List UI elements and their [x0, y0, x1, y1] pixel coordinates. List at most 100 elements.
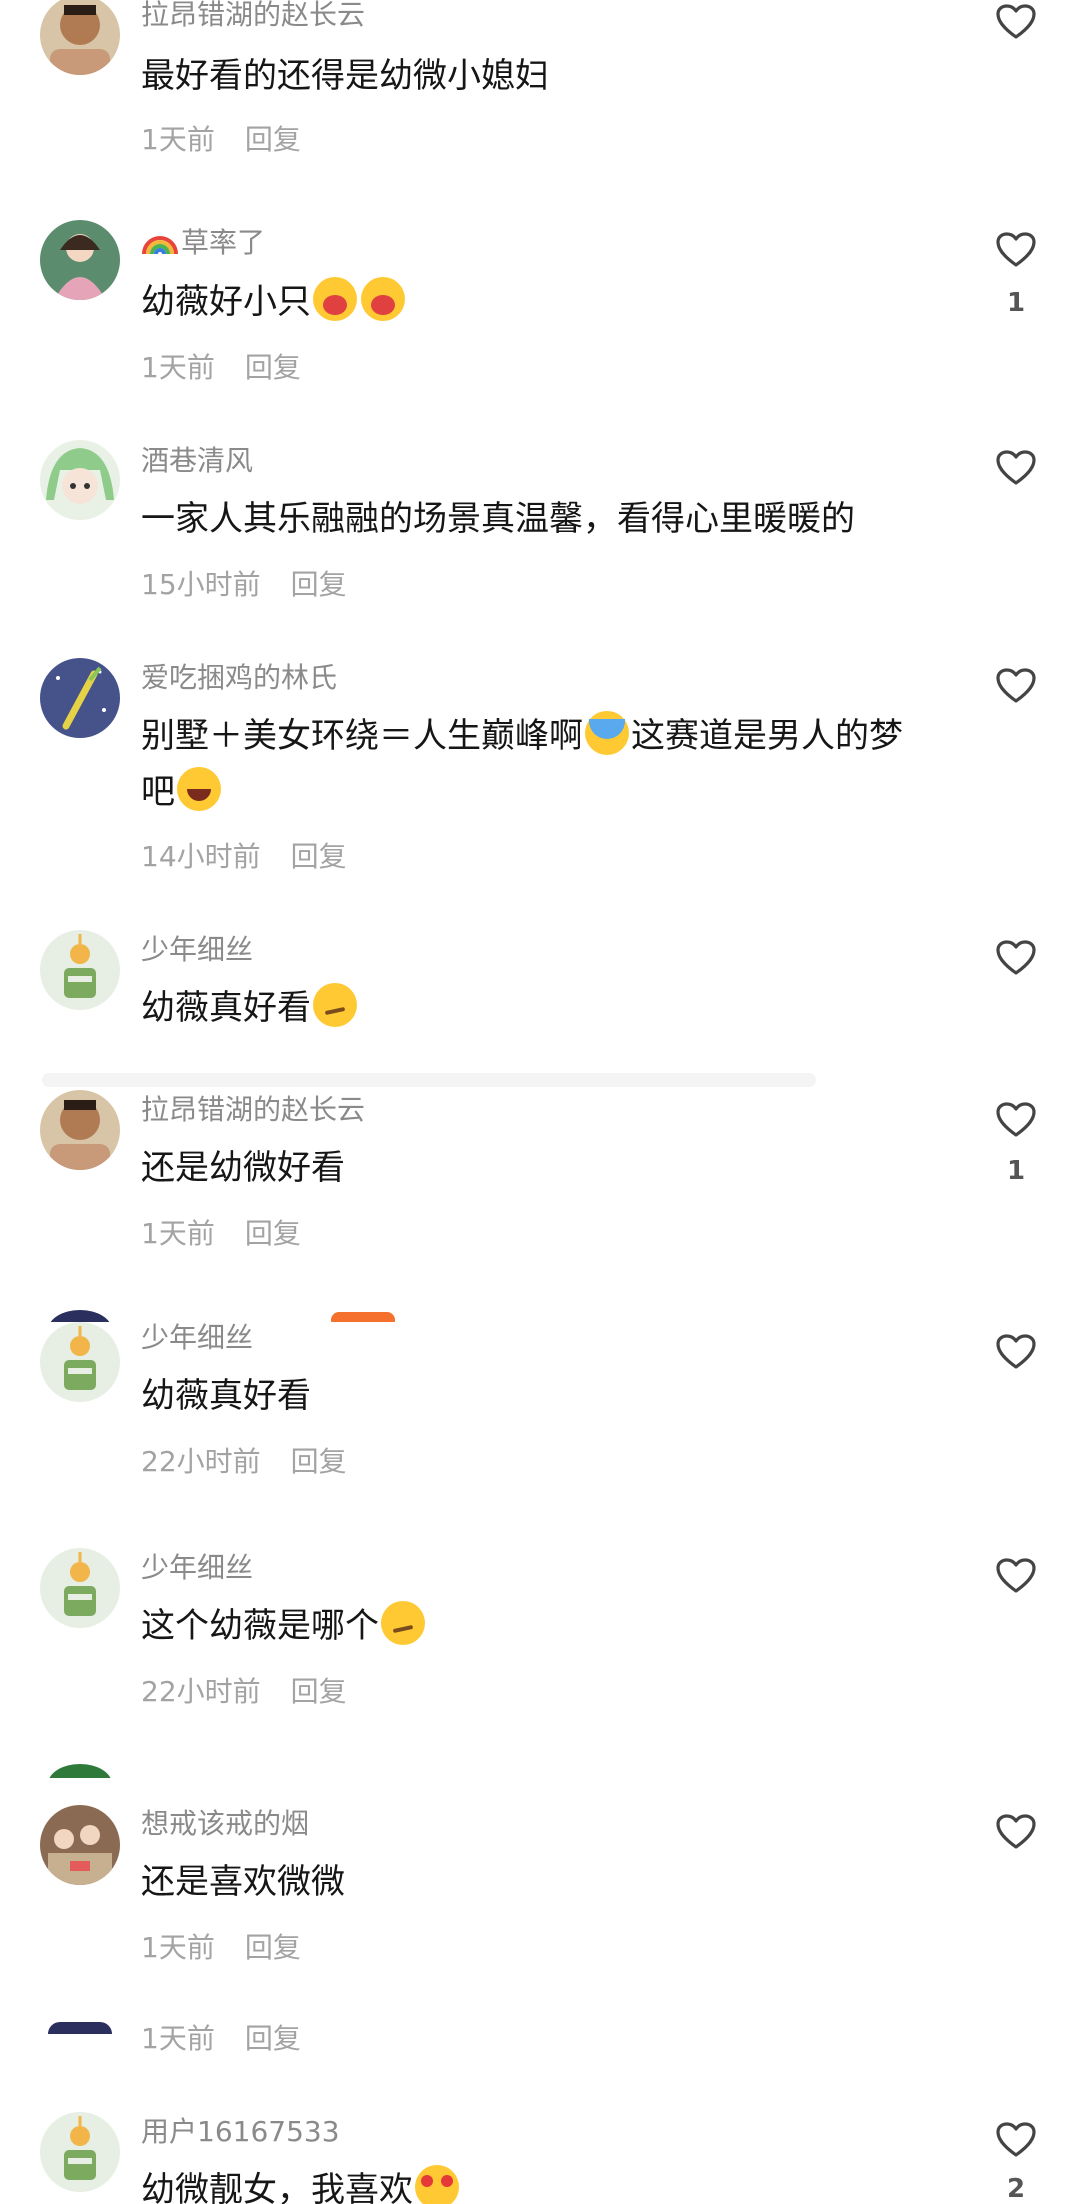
comment-meta: 1天前 回复 — [141, 2022, 301, 2056]
comment-username[interactable]: 拉昂错湖的赵长云 — [141, 0, 365, 32]
heart-outline-icon — [996, 1814, 1036, 1850]
like-count: 1 — [1006, 288, 1026, 318]
comment-meta: 1天前 回复 — [141, 1931, 301, 1965]
comment-meta: 14小时前 回复 — [141, 840, 347, 874]
heart-outline-icon — [996, 1102, 1036, 1138]
avatar[interactable] — [40, 1548, 120, 1628]
like-button[interactable] — [994, 450, 1038, 486]
comment-username[interactable]: 用户16167533 — [141, 2115, 340, 2149]
comment-item-partial: 1天前 回复 — [0, 2022, 1080, 2092]
comment-text-part: 吧 — [141, 772, 175, 812]
heart-outline-icon — [996, 450, 1036, 486]
crying-emoji-icon — [585, 711, 629, 755]
section-divider — [42, 1073, 816, 1087]
reply-button[interactable]: 回复 — [245, 2022, 301, 2055]
comment-item: 少年细丝 幼薇真好看 — [0, 930, 1080, 1080]
like-button[interactable] — [994, 2122, 1038, 2158]
avatar[interactable] — [40, 930, 120, 1010]
avatar[interactable] — [40, 1090, 120, 1170]
comment-time: 1天前 — [141, 2022, 215, 2055]
reply-button[interactable]: 回复 — [291, 840, 347, 873]
comment-meta: 1天前 回复 — [141, 123, 301, 157]
avatar[interactable] — [40, 658, 120, 738]
reply-button[interactable]: 回复 — [291, 568, 347, 601]
comment-username[interactable]: 少年细丝 — [141, 1321, 253, 1355]
comment-time: 14小时前 — [141, 840, 261, 873]
heart-outline-icon — [996, 2122, 1036, 2158]
like-button[interactable] — [994, 4, 1038, 40]
smirk-emoji-icon — [313, 983, 357, 1027]
blush-emoji-icon — [361, 277, 405, 321]
comment-text: 幼薇真好看 — [141, 980, 941, 1036]
comment-time: 1天前 — [141, 351, 215, 384]
comment-time: 22小时前 — [141, 1445, 261, 1478]
comment-time: 15小时前 — [141, 568, 261, 601]
heart-outline-icon — [996, 1334, 1036, 1370]
reply-button[interactable]: 回复 — [291, 1675, 347, 1708]
comment-item: 拉昂错湖的赵长云 最好看的还得是幼微小媳妇 1天前 回复 — [0, 0, 1080, 220]
comment-meta: 1天前 回复 — [141, 351, 301, 385]
blush-emoji-icon — [313, 277, 357, 321]
heart-outline-icon — [996, 4, 1036, 40]
avatar[interactable] — [40, 440, 120, 520]
comment-text-part: 这赛道是男人的梦 — [631, 716, 903, 756]
comment-username[interactable]: 少年细丝 — [141, 933, 253, 967]
like-button[interactable] — [994, 1558, 1038, 1594]
comment-username[interactable]: 少年细丝 — [141, 1551, 253, 1585]
comment-text: 一家人其乐融融的场景真温馨，看得心里暖暖的 — [141, 499, 855, 539]
reply-button[interactable]: 回复 — [291, 1445, 347, 1478]
comment-text: 还是幼微好看 — [141, 1148, 345, 1188]
comment-username[interactable]: 想戒该戒的烟 — [141, 1807, 309, 1841]
comment-text: 这个幼薇是哪个 — [141, 1598, 941, 1654]
comment-text-content: 这个幼薇是哪个 — [141, 1606, 379, 1646]
comment-text-part: 别墅＋美女环绕＝人生巅峰啊 — [141, 716, 583, 756]
heart-outline-icon — [996, 668, 1036, 704]
reply-button[interactable]: 回复 — [245, 123, 301, 156]
avatar[interactable] — [40, 2112, 120, 2192]
comment-text: 别墅＋美女环绕＝人生巅峰啊 这赛道是男人的梦吧 — [141, 708, 941, 820]
comment-username[interactable]: 酒巷清风 — [141, 444, 253, 478]
laughing-emoji-icon — [177, 767, 221, 811]
comment-item: 草率了 幼薇好小只 1天前 回复 1 — [0, 220, 1080, 440]
heart-outline-icon — [996, 232, 1036, 268]
like-button[interactable] — [994, 668, 1038, 704]
comment-text: 最好看的还得是幼微小媳妇 — [141, 56, 549, 96]
like-button[interactable] — [994, 1334, 1038, 1370]
comment-text-content: 幼薇真好看 — [141, 988, 311, 1028]
comment-meta: 22小时前 回复 — [141, 1445, 347, 1479]
comment-username[interactable]: 拉昂错湖的赵长云 — [141, 1093, 365, 1127]
comment-text: 幼微靓女，我喜欢 — [141, 2162, 941, 2204]
comment-time: 1天前 — [141, 1217, 215, 1250]
comment-item: 少年细丝 幼薇真好看 22小时前 回复 — [0, 1321, 1080, 1548]
like-button[interactable] — [994, 940, 1038, 976]
like-button[interactable] — [994, 232, 1038, 268]
comment-text-content: 幼微靓女，我喜欢 — [141, 2170, 413, 2204]
comment-text: 幼薇真好看 — [141, 1376, 311, 1416]
avatar[interactable] — [40, 1805, 120, 1885]
comment-text-content: 幼薇好小只 — [141, 282, 311, 322]
like-button[interactable] — [994, 1814, 1038, 1850]
avatar[interactable] — [40, 220, 120, 300]
comment-text: 幼薇好小只 — [141, 274, 941, 330]
partially-hidden-comment — [0, 1764, 1080, 1778]
comment-item: 爱吃捆鸡的林氏 别墅＋美女环绕＝人生巅峰啊 这赛道是男人的梦吧 14小时前 回复 — [0, 658, 1080, 930]
like-button[interactable] — [994, 1102, 1038, 1138]
comment-item: 酒巷清风 一家人其乐融融的场景真温馨，看得心里暖暖的 15小时前 回复 — [0, 440, 1080, 658]
comment-username[interactable]: 草率了 — [141, 226, 265, 260]
comment-time: 1天前 — [141, 123, 215, 156]
reply-button[interactable]: 回复 — [245, 1931, 301, 1964]
avatar[interactable] — [40, 0, 120, 75]
comment-item: 想戒该戒的烟 还是喜欢微微 1天前 回复 — [0, 1778, 1080, 2022]
reply-button[interactable]: 回复 — [245, 1217, 301, 1250]
comment-time: 22小时前 — [141, 1675, 261, 1708]
reply-button[interactable]: 回复 — [245, 351, 301, 384]
like-count: 1 — [1006, 1156, 1026, 1186]
avatar[interactable] — [40, 1322, 120, 1402]
heart-outline-icon — [996, 1558, 1036, 1594]
comment-username-text: 草率了 — [181, 226, 266, 259]
comment-item: 用户16167533 幼微靓女，我喜欢 2 — [0, 2092, 1080, 2204]
comment-item: 少年细丝 这个幼薇是哪个 22小时前 回复 — [0, 1548, 1080, 1770]
comment-text: 还是喜欢微微 — [141, 1862, 345, 1902]
comment-meta: 1天前 回复 — [141, 1217, 301, 1251]
comment-username[interactable]: 爱吃捆鸡的林氏 — [141, 661, 337, 695]
